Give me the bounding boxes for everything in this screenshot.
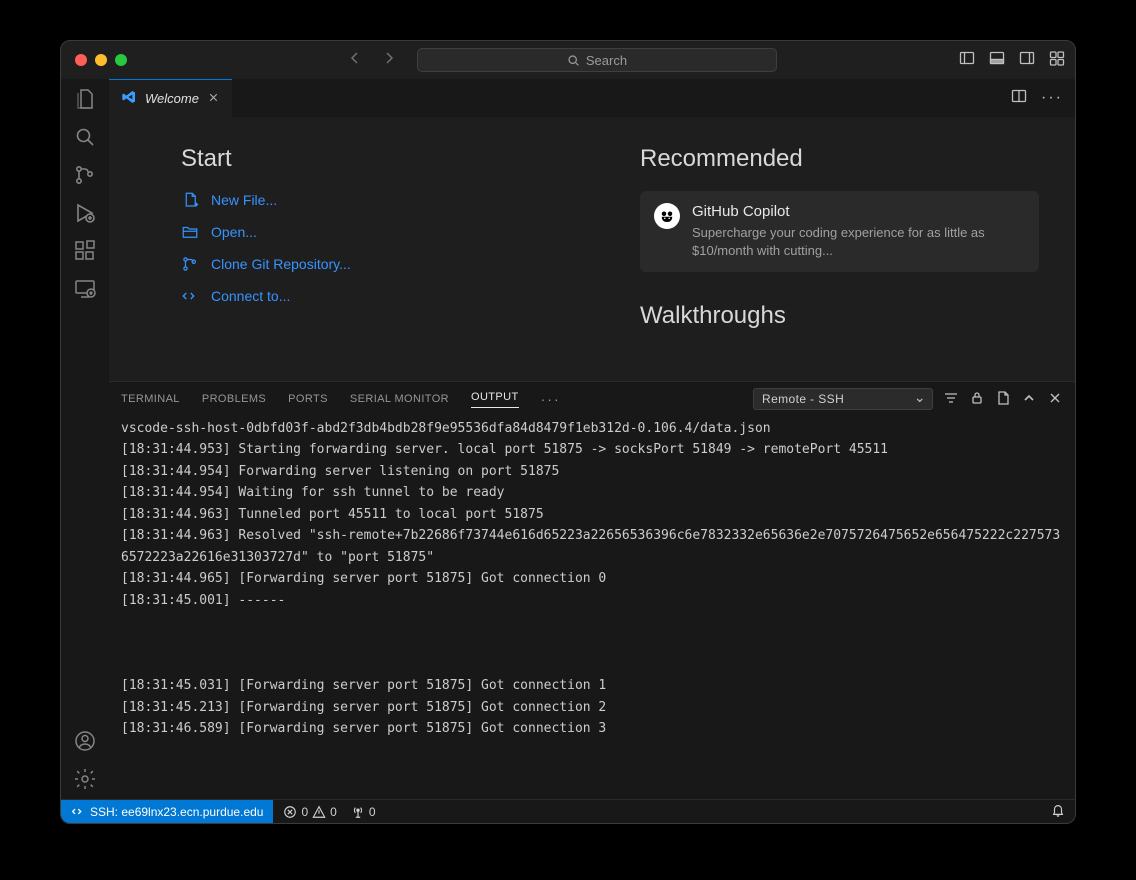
clone-repo-link[interactable]: Clone Git Repository... xyxy=(181,255,580,273)
error-count: 0 xyxy=(301,805,308,819)
search-placeholder: Search xyxy=(586,53,627,68)
clone-repo-label: Clone Git Repository... xyxy=(211,256,351,272)
remote-host-label: SSH: ee69lnx23.ecn.purdue.edu xyxy=(90,805,263,819)
maximize-window-button[interactable] xyxy=(115,54,127,66)
extensions-icon[interactable] xyxy=(73,239,97,263)
close-tab-icon[interactable] xyxy=(207,91,220,107)
status-ports[interactable]: 0 xyxy=(351,805,376,819)
nav-back-icon[interactable] xyxy=(347,50,363,71)
toggle-panel-icon[interactable] xyxy=(989,50,1005,71)
git-branch-icon xyxy=(181,255,199,273)
welcome-editor: Start New File... Open... Clone Git R xyxy=(109,117,1075,381)
titlebar-layout-controls xyxy=(959,50,1065,71)
customize-layout-icon[interactable] xyxy=(1049,50,1065,71)
copilot-title: GitHub Copilot xyxy=(692,203,1025,220)
activity-bar xyxy=(61,79,109,799)
ports-count: 0 xyxy=(369,805,376,819)
new-file-label: New File... xyxy=(211,192,277,208)
vscode-window: Search xyxy=(60,40,1076,824)
explorer-icon[interactable] xyxy=(73,87,97,111)
lock-scroll-icon[interactable] xyxy=(969,390,985,409)
panel-tab-problems[interactable]: PROBLEMS xyxy=(202,393,266,405)
nav-arrows xyxy=(347,50,397,71)
recommended-heading: Recommended xyxy=(640,145,1039,173)
run-debug-icon[interactable] xyxy=(73,201,97,225)
status-problems[interactable]: 0 0 xyxy=(283,805,336,819)
connect-to-link[interactable]: Connect to... xyxy=(181,287,580,305)
panel-tabs: TERMINAL PROBLEMS PORTS SERIAL MONITOR O… xyxy=(109,382,1075,416)
open-link[interactable]: Open... xyxy=(181,223,580,241)
search-icon xyxy=(567,54,580,67)
panel-tab-serial-monitor[interactable]: SERIAL MONITOR xyxy=(350,393,449,405)
remote-icon xyxy=(71,805,84,818)
walkthroughs-heading: Walkthroughs xyxy=(640,302,1039,330)
toggle-secondary-sidebar-icon[interactable] xyxy=(1019,50,1035,71)
github-copilot-card[interactable]: GitHub Copilot Supercharge your coding e… xyxy=(640,191,1039,272)
source-control-icon[interactable] xyxy=(73,163,97,187)
minimize-window-button[interactable] xyxy=(95,54,107,66)
command-center-search[interactable]: Search xyxy=(417,48,777,72)
tab-welcome[interactable]: Welcome xyxy=(109,79,232,117)
open-log-file-icon[interactable] xyxy=(995,390,1011,409)
error-icon xyxy=(283,805,297,819)
status-bar: SSH: ee69lnx23.ecn.purdue.edu 0 0 0 xyxy=(61,799,1075,823)
warning-count: 0 xyxy=(330,805,337,819)
search-activity-icon[interactable] xyxy=(73,125,97,149)
remote-explorer-icon[interactable] xyxy=(73,277,97,301)
panel-tab-ports[interactable]: PORTS xyxy=(288,393,328,405)
folder-open-icon xyxy=(181,223,199,241)
settings-gear-icon[interactable] xyxy=(73,767,97,791)
copilot-icon xyxy=(654,203,680,229)
panel-tab-terminal[interactable]: TERMINAL xyxy=(121,393,180,405)
panel-close-icon[interactable] xyxy=(1047,390,1063,409)
radio-tower-icon xyxy=(351,805,365,819)
nav-forward-icon[interactable] xyxy=(381,50,397,71)
notifications-icon[interactable] xyxy=(1051,803,1065,820)
split-editor-icon[interactable] xyxy=(1011,88,1027,109)
tab-title: Welcome xyxy=(145,91,199,106)
toggle-primary-sidebar-icon[interactable] xyxy=(959,50,975,71)
output-channel-label: Remote - SSH xyxy=(762,392,844,406)
titlebar: Search xyxy=(61,41,1075,79)
close-window-button[interactable] xyxy=(75,54,87,66)
output-channel-select[interactable]: Remote - SSH xyxy=(753,388,933,410)
new-file-link[interactable]: New File... xyxy=(181,191,580,209)
panel-maximize-icon[interactable] xyxy=(1021,390,1037,409)
more-actions-icon[interactable]: ··· xyxy=(1041,89,1063,107)
filter-icon[interactable] xyxy=(943,390,959,409)
output-log[interactable]: vscode-ssh-host-0dbfd03f-abd2f3db4bdb28f… xyxy=(109,416,1075,799)
start-heading: Start xyxy=(181,145,580,173)
new-file-icon xyxy=(181,191,199,209)
warning-icon xyxy=(312,805,326,819)
bottom-panel: TERMINAL PROBLEMS PORTS SERIAL MONITOR O… xyxy=(109,381,1075,799)
panel-tab-output[interactable]: OUTPUT xyxy=(471,391,519,408)
editor-tabs: Welcome ··· xyxy=(109,79,1075,117)
vscode-file-icon xyxy=(121,89,137,108)
open-label: Open... xyxy=(211,224,257,240)
connect-to-label: Connect to... xyxy=(211,288,290,304)
accounts-icon[interactable] xyxy=(73,729,97,753)
copilot-desc: Supercharge your coding experience for a… xyxy=(692,224,1025,260)
window-controls xyxy=(75,54,127,66)
panel-more-icon[interactable]: ··· xyxy=(541,391,561,407)
status-remote-host[interactable]: SSH: ee69lnx23.ecn.purdue.edu xyxy=(61,800,273,823)
remote-connect-icon xyxy=(181,287,199,305)
